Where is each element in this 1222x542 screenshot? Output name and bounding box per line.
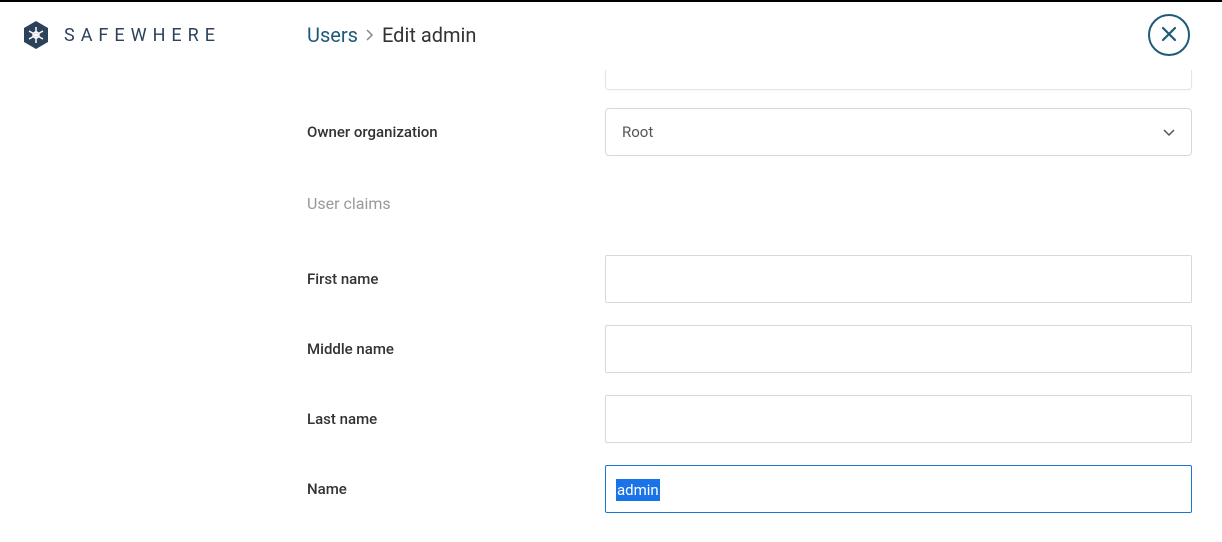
brand-text: SAFEWHERE — [64, 25, 221, 46]
form-content: Owner organization Root User claims Firs… — [307, 70, 1192, 542]
user-claims-heading: User claims — [307, 194, 1192, 213]
brand-logo-icon — [20, 19, 52, 51]
owner-organization-row: Owner organization Root — [307, 108, 1192, 156]
last-name-label: Last name — [307, 410, 605, 428]
close-icon — [1160, 25, 1178, 46]
name-label: Name — [307, 480, 605, 498]
name-input[interactable]: admin — [605, 465, 1192, 513]
first-name-row: First name — [307, 255, 1192, 303]
last-name-input[interactable] — [605, 395, 1192, 443]
owner-organization-label: Owner organization — [307, 123, 605, 141]
breadcrumb: Users Edit admin — [307, 23, 476, 47]
middle-name-input[interactable] — [605, 325, 1192, 373]
last-name-row: Last name — [307, 395, 1192, 443]
owner-organization-value: Root — [622, 123, 653, 141]
name-row: Name admin — [307, 465, 1192, 513]
partial-top-input[interactable] — [605, 70, 1192, 90]
first-name-label: First name — [307, 270, 605, 288]
partial-top-field — [307, 70, 1192, 90]
logo-area: SAFEWHERE — [20, 19, 221, 51]
owner-organization-select[interactable]: Root — [605, 108, 1192, 156]
chevron-down-icon — [1163, 123, 1175, 141]
breadcrumb-users-link[interactable]: Users — [307, 23, 358, 47]
header: SAFEWHERE Users Edit admin — [0, 2, 1222, 68]
name-input-selected-text: admin — [616, 479, 660, 501]
chevron-right-icon — [366, 26, 374, 45]
middle-name-label: Middle name — [307, 340, 605, 358]
close-button[interactable] — [1148, 14, 1190, 56]
middle-name-row: Middle name — [307, 325, 1192, 373]
first-name-input[interactable] — [605, 255, 1192, 303]
breadcrumb-current: Edit admin — [382, 23, 476, 47]
